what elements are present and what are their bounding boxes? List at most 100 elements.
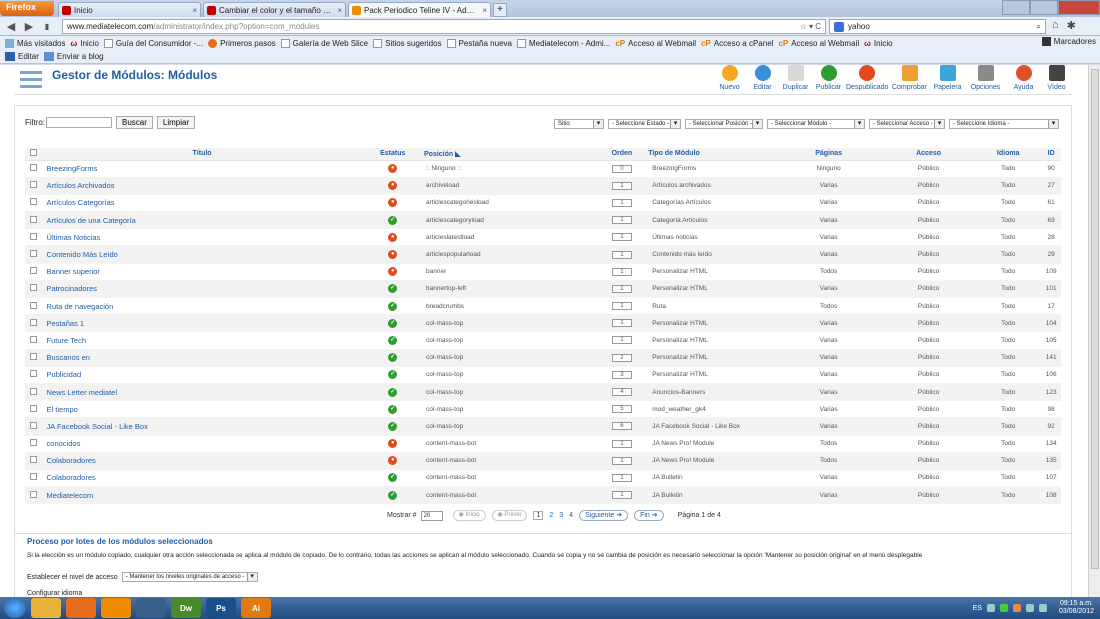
published-icon[interactable]: ✓ (388, 370, 398, 380)
maximize-button[interactable] (1030, 0, 1058, 15)
module-title-link[interactable]: Buscanos en (42, 349, 362, 367)
column-header-position[interactable]: Posición ◣ (424, 148, 596, 161)
row-checkbox[interactable] (30, 181, 38, 189)
published-icon[interactable]: ✓ (388, 335, 398, 345)
row-checkbox[interactable] (30, 473, 38, 481)
order-input[interactable]: 6 (611, 422, 632, 431)
order-input[interactable]: 1 (611, 284, 632, 293)
module-title-link[interactable]: Pestañas 1 (42, 314, 362, 333)
published-icon[interactable]: ✓ (388, 473, 398, 483)
dreamweaver-taskbar-button[interactable]: Dw (171, 598, 201, 618)
bookmark-item[interactable]: ω Inicio (864, 39, 892, 48)
row-checkbox[interactable] (30, 232, 38, 240)
row-checkbox[interactable] (30, 353, 38, 361)
search-button[interactable]: Buscar (116, 116, 153, 129)
unpublished-icon[interactable]: ● (388, 164, 398, 174)
site-select[interactable]: Sitio (554, 119, 604, 129)
row-checkbox[interactable] (30, 164, 38, 172)
trash-button[interactable]: Papelera (932, 65, 963, 91)
order-input[interactable]: 5 (611, 405, 632, 414)
duplicate-button[interactable]: Duplicar (780, 65, 811, 91)
browser-tab-1[interactable]: Inicio × (58, 2, 201, 17)
order-input[interactable]: 3 (611, 370, 632, 379)
bookmark-item[interactable]: cP Acceso al Webmail (778, 39, 859, 48)
addon-icon[interactable]: ✱ (1067, 19, 1076, 32)
module-title-link[interactable]: Patrocinadores (42, 280, 362, 299)
bookmark-item[interactable]: ω Inicio (70, 39, 98, 48)
search-icon[interactable]: ⌕ (1037, 22, 1041, 32)
order-input[interactable]: 1 (611, 439, 632, 448)
firefox-taskbar-button[interactable] (66, 598, 96, 618)
published-icon[interactable]: ✓ (388, 284, 398, 294)
bookmark-item[interactable]: cP Acceso a cPanel (701, 39, 773, 48)
order-input[interactable]: 1 (611, 302, 632, 311)
published-icon[interactable]: ✓ (388, 490, 398, 500)
page-2[interactable]: 2 (549, 512, 553, 519)
row-checkbox[interactable] (30, 421, 38, 429)
unpublished-icon[interactable]: ● (388, 198, 398, 208)
browser-tab-2[interactable]: Cambiar el color y el tamaño del men...× (203, 2, 346, 17)
back-icon[interactable]: ◀ (4, 20, 18, 33)
new-tab-button[interactable]: + (493, 3, 507, 17)
module-title-link[interactable]: Artículos Categorías (42, 194, 362, 213)
close-icon[interactable]: × (482, 6, 487, 15)
row-checkbox[interactable] (30, 335, 38, 343)
module-title-link[interactable]: Banner superior (42, 263, 362, 281)
unpublished-icon[interactable]: ● (388, 267, 398, 277)
volume-icon[interactable] (1038, 604, 1047, 612)
order-input[interactable]: 1 (611, 198, 632, 207)
module-title-link[interactable]: Publicidad (42, 366, 362, 384)
access-level-select[interactable]: - Mantener los niveles originales de acc… (121, 572, 258, 582)
order-input[interactable]: 0 (611, 164, 632, 173)
start-button[interactable] (4, 598, 26, 618)
order-input[interactable]: 1 (611, 319, 632, 328)
row-checkbox[interactable] (30, 387, 38, 395)
unpublished-icon[interactable]: ● (388, 456, 398, 466)
module-title-link[interactable]: BreezingForms (42, 160, 362, 178)
column-header-pages[interactable]: Páginas (775, 148, 882, 161)
order-input[interactable]: 1 (611, 181, 632, 190)
module-title-link[interactable]: Contenido Más Leído (42, 245, 362, 264)
show-select[interactable]: 20 (420, 510, 443, 521)
scrollbar-thumb[interactable] (1091, 69, 1099, 569)
order-input[interactable]: 1 (611, 473, 632, 482)
module-title-link[interactable]: Mediatelecom (42, 486, 362, 505)
minimize-button[interactable] (1002, 0, 1030, 15)
publish-button[interactable]: Publicar (813, 65, 844, 91)
edit-toolbar-item[interactable]: Editar (5, 52, 39, 61)
url-bar[interactable]: www.mediatelecom.com/administrator/index… (62, 19, 826, 34)
unpublished-icon[interactable]: ● (388, 232, 398, 242)
prev-button[interactable]: ◉ Previo (491, 510, 528, 521)
published-icon[interactable]: ✓ (388, 215, 398, 225)
order-input[interactable]: 1 (611, 336, 632, 345)
edit-button[interactable]: Editar (747, 65, 778, 91)
row-checkbox[interactable] (30, 284, 38, 292)
row-checkbox[interactable] (30, 267, 38, 275)
row-checkbox[interactable] (30, 456, 38, 464)
video-button[interactable]: Vídeo (1041, 65, 1072, 91)
search-bar[interactable]: yahoo ⌕ (829, 19, 1046, 34)
page-3[interactable]: 3 (559, 512, 563, 519)
filter-input[interactable] (46, 117, 112, 128)
published-icon[interactable]: ✓ (388, 404, 398, 414)
bookmark-item[interactable]: Más visitados (5, 38, 65, 48)
close-icon[interactable]: × (337, 6, 342, 15)
row-checkbox[interactable] (30, 439, 38, 447)
order-input[interactable]: 1 (611, 267, 632, 276)
tray-icon[interactable] (999, 604, 1008, 612)
module-title-link[interactable]: conocidos (42, 435, 362, 453)
published-icon[interactable]: ✓ (388, 421, 398, 431)
order-input[interactable]: 1 (611, 233, 632, 242)
firefox-menu-button[interactable]: Firefox (0, 1, 54, 16)
row-checkbox[interactable] (30, 198, 38, 206)
bookmark-item[interactable]: Mediatelecom - Admi... (516, 38, 610, 48)
row-checkbox[interactable] (30, 318, 38, 326)
home-icon[interactable]: ⌂ (1052, 19, 1059, 32)
order-input[interactable]: 2 (611, 353, 632, 362)
access-select[interactable]: - Seleccionar Acceso - (869, 119, 945, 129)
module-title-link[interactable]: El tiempo (42, 400, 362, 419)
module-title-link[interactable]: Colaboradores (42, 452, 362, 470)
published-icon[interactable]: ✓ (388, 387, 398, 397)
language-indicator[interactable]: ES (973, 605, 982, 612)
row-checkbox[interactable] (30, 490, 38, 498)
